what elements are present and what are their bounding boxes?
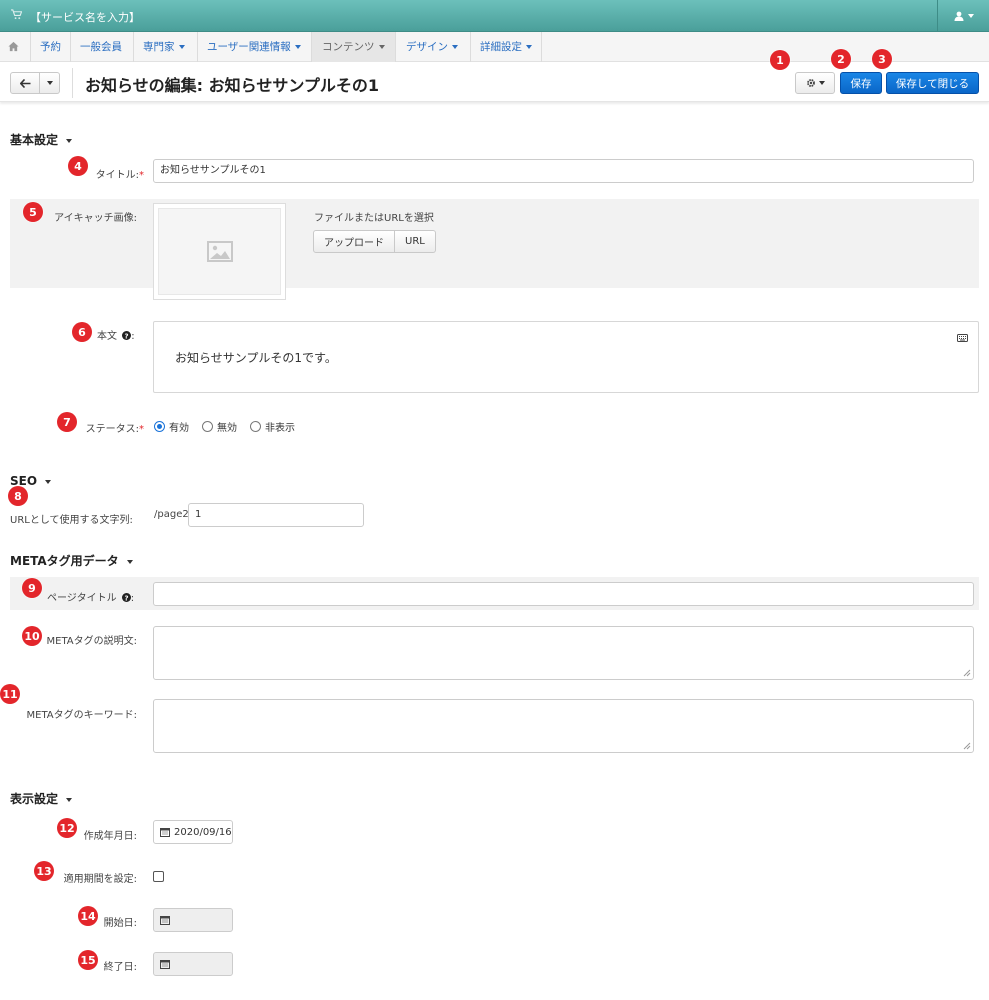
meta-description-textarea[interactable] (153, 626, 974, 680)
radio-unchecked[interactable] (202, 421, 213, 432)
user-icon (954, 11, 963, 21)
radio-unchecked[interactable] (250, 421, 261, 432)
nav-item-user-info[interactable]: ユーザー関連情報 (207, 32, 301, 62)
section-basic-settings[interactable]: 基本設定 (10, 131, 73, 148)
cart-icon (11, 9, 22, 20)
chevron-down-icon (526, 45, 532, 49)
back-button[interactable] (10, 72, 40, 94)
chevron-down-icon (378, 45, 385, 49)
help-icon[interactable]: ? (121, 593, 131, 602)
status-radio-inactive[interactable]: 無効 (202, 419, 237, 434)
svg-text:?: ? (125, 332, 129, 340)
save-button[interactable]: 保存 (840, 72, 882, 94)
gear-icon (806, 79, 815, 87)
status-label: ステータス:* (85, 424, 144, 435)
annotation-badge: 7 (57, 412, 77, 432)
chevron-down-icon (178, 45, 185, 49)
service-name[interactable]: 【サービス名を入力】 (30, 9, 140, 25)
annotation-badge: 14 (78, 906, 98, 926)
annotation-badge: 10 (22, 626, 42, 646)
image-placeholder-icon (206, 241, 233, 262)
annotation-badge: 9 (22, 578, 42, 598)
calendar-icon (160, 916, 170, 925)
body-label: 本文 ?: (97, 331, 135, 342)
annotation-badge: 11 (0, 684, 20, 704)
nav-item-members[interactable]: 一般会員 (80, 32, 122, 62)
nav-item-experts[interactable]: 専門家 (143, 32, 185, 62)
chevron-down-icon (66, 797, 73, 802)
period-checkbox[interactable] (153, 871, 164, 882)
eyecatch-preview[interactable] (153, 203, 286, 300)
title-input[interactable]: お知らせサンプルその1 (153, 159, 974, 183)
start-date-label: 開始日: (103, 918, 137, 929)
created-date-label: 作成年月日: (83, 831, 137, 842)
status-radio-active[interactable]: 有効 (154, 419, 189, 434)
file-hint: ファイルまたはURLを選択 (314, 213, 434, 224)
page-title: お知らせの編集: お知らせサンプルその1 (85, 76, 379, 95)
section-meta[interactable]: METAタグ用データ (10, 552, 133, 569)
annotation-badge: 13 (34, 861, 54, 881)
resize-handle-icon[interactable] (963, 742, 971, 750)
annotation-badge: 3 (872, 49, 892, 69)
calendar-icon (160, 828, 170, 837)
section-display-settings[interactable]: 表示設定 (10, 790, 73, 807)
chevron-down-icon (45, 479, 52, 484)
end-date-input[interactable] (153, 952, 233, 976)
meta-description-label: METAタグの説明文: (46, 636, 138, 647)
user-menu-button[interactable] (937, 0, 989, 31)
chevron-down-icon (126, 559, 133, 564)
chevron-down-icon (818, 81, 825, 85)
annotation-badge: 12 (57, 818, 77, 838)
url-button[interactable]: URL (395, 230, 436, 253)
created-date-input[interactable]: 2020/09/16 (153, 820, 233, 844)
annotation-badge: 15 (78, 950, 98, 970)
meta-keywords-textarea[interactable] (153, 699, 974, 753)
radio-checked[interactable] (154, 421, 165, 432)
svg-text:?: ? (124, 594, 128, 602)
annotation-badge: 1 (770, 50, 790, 70)
meta-page-title-input[interactable] (153, 582, 974, 606)
help-icon[interactable]: ? (122, 331, 132, 340)
url-prefix: /page2/ (154, 509, 193, 520)
title-label: タイトル:* (95, 170, 144, 181)
back-dropdown-button[interactable] (40, 72, 60, 94)
file-button-group: アップロード URL (313, 230, 436, 253)
status-radio-hidden[interactable]: 非表示 (250, 419, 295, 434)
annotation-badge: 5 (23, 202, 43, 222)
annotation-badge: 2 (831, 49, 851, 69)
annotation-badge: 8 (8, 486, 28, 506)
nav-item-contents[interactable]: コンテンツ (312, 32, 395, 62)
annotation-badge: 4 (68, 156, 88, 176)
save-and-close-button[interactable]: 保存して閉じる (886, 72, 979, 94)
upload-button[interactable]: アップロード (313, 230, 395, 253)
url-slug-label: URLとして使用する文字列: (10, 515, 133, 526)
arrow-left-icon (19, 78, 30, 88)
chevron-down-icon (294, 45, 301, 49)
resize-handle-icon[interactable] (963, 669, 971, 677)
settings-button[interactable] (795, 72, 835, 94)
eyecatch-label: アイキャッチ画像: (54, 213, 137, 224)
chevron-down-icon (452, 45, 458, 49)
body-text[interactable]: お知らせサンプルその1です。 (175, 349, 337, 366)
nav-item-design[interactable]: デザイン (406, 32, 458, 62)
nav-item-reservation[interactable]: 予約 (40, 32, 61, 62)
annotation-badge: 6 (72, 322, 92, 342)
meta-page-title-label: ページタイトル ?: (47, 593, 135, 604)
nav-item-advanced[interactable]: 詳細設定 (480, 32, 532, 62)
top-bar: 【サービス名を入力】 (0, 0, 989, 32)
chevron-down-icon (66, 138, 73, 143)
period-label: 適用期間を設定: (63, 874, 137, 885)
chevron-down-icon (46, 81, 53, 85)
home-icon[interactable] (8, 41, 19, 52)
url-slug-input[interactable]: 1 (188, 503, 364, 527)
body-editor[interactable]: お知らせサンプルその1です。 (153, 321, 979, 393)
start-date-input[interactable] (153, 908, 233, 932)
keyboard-icon[interactable] (957, 334, 968, 342)
end-date-label: 終了日: (103, 962, 137, 973)
calendar-icon (160, 960, 170, 969)
back-button-group (10, 72, 60, 94)
meta-keywords-label: METAタグのキーワード: (26, 710, 138, 721)
chevron-down-icon (967, 13, 974, 18)
